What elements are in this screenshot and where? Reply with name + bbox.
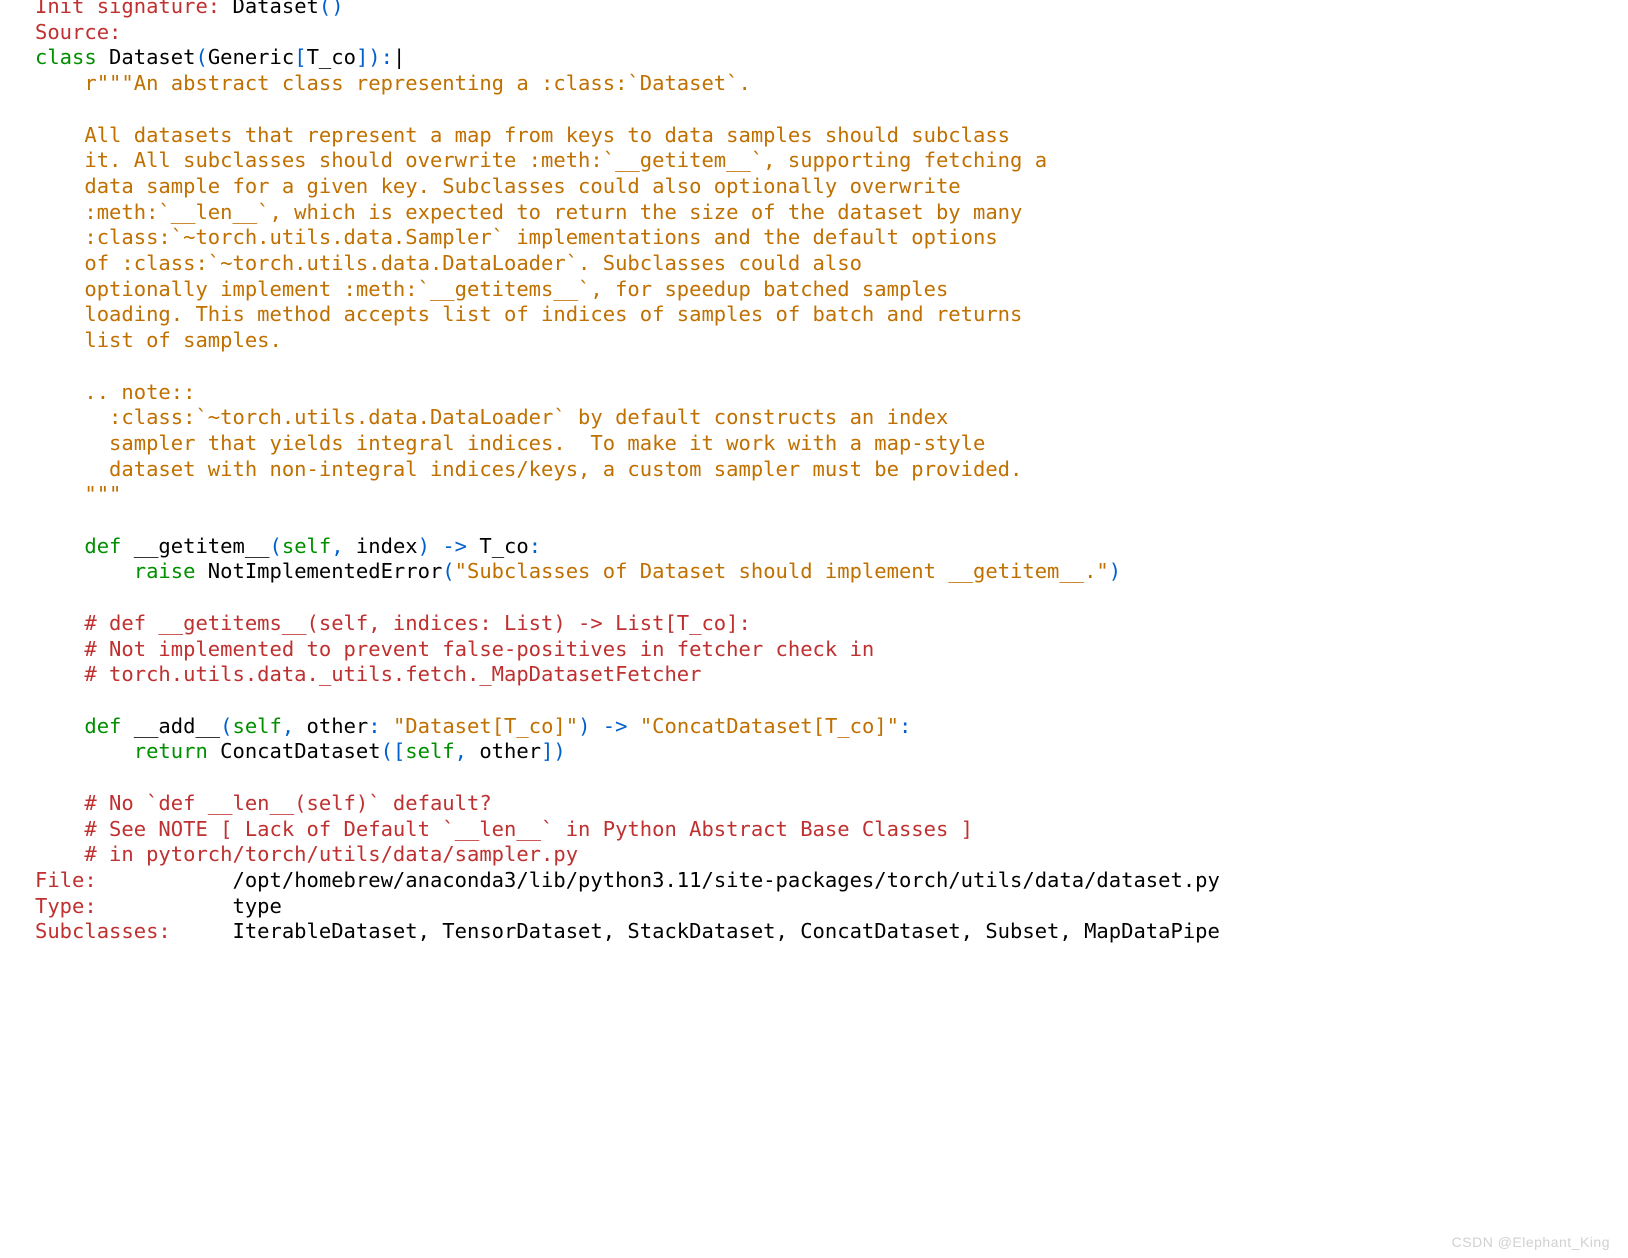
- paren-open: (: [381, 739, 393, 763]
- docstring-line: it. All subclasses should overwrite :met…: [35, 148, 1047, 172]
- keyword-raise: raise: [35, 559, 195, 583]
- comment-line: # in pytorch/torch/utils/data/sampler.py: [35, 842, 578, 866]
- cursor: |: [393, 45, 405, 69]
- docstring-line: sampler that yields integral indices. To…: [35, 431, 985, 455]
- exception-name: NotImplementedError: [195, 559, 442, 583]
- type-value: type: [97, 894, 282, 918]
- docstring-line: of :class:`~torch.utils.data.DataLoader`…: [35, 251, 862, 275]
- file-label: File:: [35, 868, 97, 892]
- paren-close: ): [1109, 559, 1121, 583]
- comment-line: # Not implemented to prevent false-posit…: [35, 637, 874, 661]
- keyword-def: def: [35, 534, 121, 558]
- colon: :: [899, 714, 911, 738]
- docstring-line: :meth:`__len__`, which is expected to re…: [35, 200, 1022, 224]
- paren-close-colon: ):: [368, 45, 393, 69]
- docstring-line: .. note::: [35, 380, 195, 404]
- docstring-line: All datasets that represent a map from k…: [35, 123, 1010, 147]
- docstring-line: data sample for a given key. Subclasses …: [35, 174, 961, 198]
- generic-name: Generic: [208, 45, 294, 69]
- type-param: T_co: [307, 45, 356, 69]
- bracket-close: ]: [541, 739, 553, 763]
- comment-line: # torch.utils.data._utils.fetch._MapData…: [35, 662, 701, 686]
- subclasses-value: IterableDataset, TensorDataset, StackDat…: [171, 919, 1220, 943]
- annotation: "Dataset[T_co]": [381, 714, 578, 738]
- colon: :: [529, 534, 541, 558]
- method-name: __getitem__: [121, 534, 269, 558]
- method-name: __add__: [121, 714, 220, 738]
- bracket-open: [: [294, 45, 306, 69]
- paren-open: (: [270, 534, 282, 558]
- docstring-line: :class:`~torch.utils.data.DataLoader` by…: [35, 405, 948, 429]
- watermark: CSDN @Elephant_King: [1452, 1234, 1610, 1250]
- keyword-class: class: [35, 45, 97, 69]
- init-signature-label: Init signature:: [35, 0, 220, 18]
- bracket-close: ]: [356, 45, 368, 69]
- colon: :: [368, 714, 380, 738]
- return-type: "ConcatDataset[T_co]": [627, 714, 899, 738]
- type-label: Type:: [35, 894, 97, 918]
- file-value: /opt/homebrew/anaconda3/lib/python3.11/s…: [97, 868, 1220, 892]
- docstring-line: r"""An abstract class representing a :cl…: [35, 71, 751, 95]
- docstring-line: """: [35, 482, 121, 506]
- comment-line: # No `def __len__(self)` default?: [35, 791, 492, 815]
- keyword-return: return: [35, 739, 208, 763]
- param: other: [294, 714, 368, 738]
- docstring-line: dataset with non-integral indices/keys, …: [35, 457, 1022, 481]
- self-ref: self: [405, 739, 454, 763]
- class-name: Dataset: [97, 45, 196, 69]
- self-param: self: [233, 714, 282, 738]
- paren-open: (: [220, 714, 232, 738]
- subclasses-label: Subclasses:: [35, 919, 171, 943]
- docstring-line: :class:`~torch.utils.data.Sampler` imple…: [35, 225, 998, 249]
- paren-close: ): [553, 739, 565, 763]
- bracket-open: [: [393, 739, 405, 763]
- docstring-line: list of samples.: [35, 328, 282, 352]
- code-block: Init signature: Dataset() Source: class …: [0, 0, 1628, 945]
- comma: ,: [455, 739, 467, 763]
- call-name: ConcatDataset: [208, 739, 381, 763]
- docstring-line: optionally implement :meth:`__getitems__…: [35, 277, 948, 301]
- init-signature-name: Dataset: [220, 0, 319, 18]
- comment-line: # def __getitems__(self, indices: List) …: [35, 611, 751, 635]
- init-signature-parens: (): [319, 0, 344, 18]
- paren-close: ): [418, 534, 430, 558]
- comment-line: # See NOTE [ Lack of Default `__len__` i…: [35, 817, 973, 841]
- paren-open: (: [195, 45, 207, 69]
- string-literal: "Subclasses of Dataset should implement …: [455, 559, 1109, 583]
- paren-open: (: [442, 559, 454, 583]
- param: index: [344, 534, 418, 558]
- comma: ,: [331, 534, 343, 558]
- comma: ,: [282, 714, 294, 738]
- paren-close: ): [578, 714, 590, 738]
- other-ref: other: [467, 739, 541, 763]
- source-label: Source:: [35, 20, 121, 44]
- keyword-def: def: [35, 714, 121, 738]
- return-type: T_co: [467, 534, 529, 558]
- arrow: ->: [430, 534, 467, 558]
- self-param: self: [282, 534, 331, 558]
- docstring-line: loading. This method accepts list of ind…: [35, 302, 1022, 326]
- arrow: ->: [590, 714, 627, 738]
